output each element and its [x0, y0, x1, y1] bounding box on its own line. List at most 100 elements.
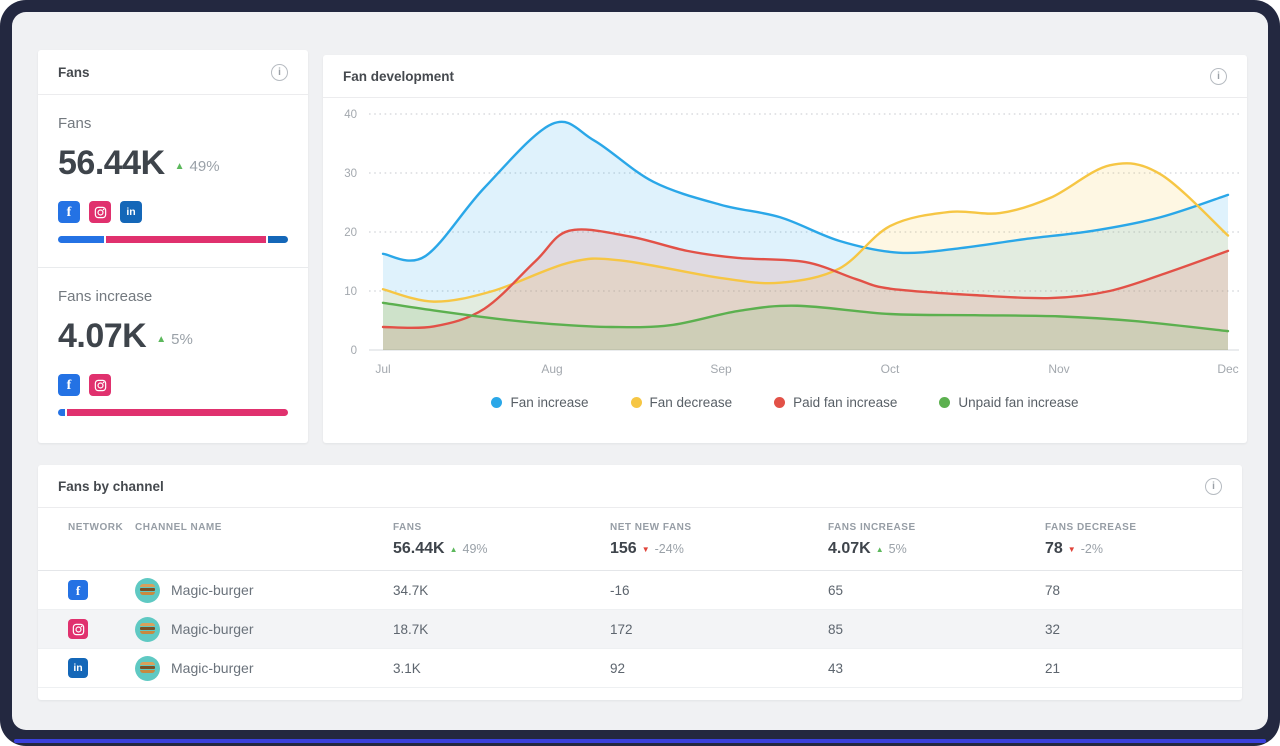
- svg-text:Dec: Dec: [1217, 362, 1238, 376]
- cell-net-new-fans: 92: [610, 661, 828, 676]
- table-row-instagram[interactable]: Magic-burger18.7K1728532: [38, 610, 1242, 649]
- cell-net-new-fans: 172: [610, 622, 828, 637]
- top-row: Fans i Fans 56.44K ▲ 49% f in: [38, 50, 1242, 443]
- legend-label: Unpaid fan increase: [958, 395, 1078, 410]
- legend-dot: [774, 397, 785, 408]
- table-card-title: Fans by channel: [58, 479, 164, 494]
- cell-network: [68, 619, 135, 639]
- burger-icon: [140, 666, 155, 669]
- table-body: fMagic-burger34.7K-166578Magic-burger18.…: [38, 571, 1242, 688]
- instagram-icon: [89, 201, 111, 223]
- instagram-icon: [89, 374, 111, 396]
- cell-fans-decrease: 21: [1045, 661, 1242, 676]
- table-card-header: Fans by channel i: [38, 465, 1242, 508]
- up-triangle-icon: ▲: [175, 161, 185, 172]
- metric-label: Fans: [58, 115, 288, 132]
- cell-fans-decrease: 32: [1045, 622, 1242, 637]
- info-icon[interactable]: i: [271, 64, 288, 81]
- legend-item-paid-fan-increase[interactable]: Paid fan increase: [774, 395, 897, 410]
- fans-increase-split-bar: [58, 409, 288, 416]
- fans-card-header: Fans i: [38, 50, 308, 95]
- info-icon[interactable]: i: [1205, 478, 1222, 495]
- fan-development-card: Fan development i 010203040JulAugSepOctN…: [323, 55, 1247, 443]
- instagram-bar-segment: [67, 409, 288, 416]
- svg-text:40: 40: [344, 109, 357, 121]
- legend-item-fan-increase[interactable]: Fan increase: [491, 395, 588, 410]
- column-header-network: NETWORK: [68, 522, 135, 558]
- fans-metric-section: Fans 56.44K ▲ 49% f in: [38, 95, 308, 267]
- legend-label: Fan increase: [510, 395, 588, 410]
- burger-icon: [140, 588, 155, 591]
- svg-text:Nov: Nov: [1048, 362, 1069, 376]
- cell-fans-increase: 85: [828, 622, 1045, 637]
- linkedin-bar-segment: [268, 236, 288, 243]
- table-row-facebook[interactable]: fMagic-burger34.7K-166578: [38, 571, 1242, 610]
- chart-card-title: Fan development: [343, 69, 454, 84]
- chart-legend: Fan increase Fan decrease Paid fan increas…: [323, 395, 1247, 410]
- column-header-net-new-fans: NET NEW FANS 156 ▼ -24%: [610, 522, 828, 558]
- facebook-icon: f: [68, 580, 88, 600]
- channel-name: Magic-burger: [171, 660, 253, 676]
- cell-fans-increase: 65: [828, 583, 1045, 598]
- svg-text:30: 30: [344, 168, 357, 180]
- device-frame: Fans i Fans 56.44K ▲ 49% f in: [0, 0, 1280, 746]
- cell-channel-name: Magic-burger: [135, 578, 393, 603]
- fans-network-icons: f in: [58, 201, 288, 223]
- linkedin-icon: in: [68, 658, 88, 678]
- cell-net-new-fans: -16: [610, 583, 828, 598]
- cell-channel-name: Magic-burger: [135, 656, 393, 681]
- column-header-channel-name: CHANNEL NAME: [135, 522, 393, 558]
- table-row-linkedin[interactable]: in Magic-burger 3.1K924321: [38, 649, 1242, 688]
- svg-text:Jul: Jul: [375, 362, 390, 376]
- legend-item-unpaid-fan-increase[interactable]: Unpaid fan increase: [939, 395, 1078, 410]
- fan-development-chart[interactable]: 010203040JulAugSepOctNovDec: [323, 98, 1247, 380]
- instagram-icon: [68, 619, 88, 639]
- legend-dot: [491, 397, 502, 408]
- fans-card: Fans i Fans 56.44K ▲ 49% f in: [38, 50, 308, 443]
- svg-text:Sep: Sep: [710, 362, 732, 376]
- instagram-bar-segment: [106, 236, 265, 243]
- up-triangle-icon: ▲: [450, 545, 458, 554]
- legend-label: Fan decrease: [650, 395, 733, 410]
- facebook-icon: f: [58, 201, 80, 223]
- legend-dot: [939, 397, 950, 408]
- facebook-icon: f: [58, 374, 80, 396]
- legend-item-fan-decrease[interactable]: Fan decrease: [631, 395, 733, 410]
- up-triangle-icon: ▲: [156, 334, 166, 345]
- cell-network: f: [68, 580, 135, 600]
- fans-total-value: 56.44K: [58, 144, 165, 183]
- cell-fans-decrease: 78: [1045, 583, 1242, 598]
- channel-avatar: [135, 656, 160, 681]
- svg-text:0: 0: [351, 345, 357, 357]
- cell-fans: 3.1K: [393, 661, 610, 676]
- fans-increase-value: 4.07K: [58, 317, 146, 356]
- analytics-dashboard: Fans i Fans 56.44K ▲ 49% f in: [12, 12, 1268, 730]
- down-triangle-icon: ▼: [1068, 545, 1076, 554]
- channel-name: Magic-burger: [171, 582, 253, 598]
- column-header-fans: FANS 56.44K ▲ 49%: [393, 522, 610, 558]
- svg-text:20: 20: [344, 227, 357, 239]
- column-header-fans-decrease: FANS DECREASE 78 ▼ -2%: [1045, 522, 1242, 558]
- linkedin-icon: in: [120, 201, 142, 223]
- fans-card-title: Fans: [58, 65, 90, 80]
- fans-increase-delta: ▲ 5%: [156, 331, 193, 348]
- down-triangle-icon: ▼: [642, 545, 650, 554]
- table-column-headers: NETWORK CHANNEL NAME FANS 56.44K ▲ 49% N…: [38, 508, 1242, 571]
- legend-dot: [631, 397, 642, 408]
- fans-delta: ▲ 49%: [175, 158, 220, 175]
- svg-text:Oct: Oct: [881, 362, 900, 376]
- cell-channel-name: Magic-burger: [135, 617, 393, 642]
- legend-label: Paid fan increase: [793, 395, 897, 410]
- fans-network-split-bar: [58, 236, 288, 243]
- cell-fans: 18.7K: [393, 622, 610, 637]
- channel-avatar: [135, 578, 160, 603]
- fans-increase-metric-section: Fans increase 4.07K ▲ 5% f: [38, 267, 308, 439]
- burger-icon: [140, 627, 155, 630]
- fans-increase-network-icons: f: [58, 374, 288, 396]
- svg-text:Aug: Aug: [541, 362, 562, 376]
- up-triangle-icon: ▲: [876, 545, 884, 554]
- info-icon[interactable]: i: [1210, 68, 1227, 85]
- facebook-bar-segment: [58, 409, 65, 416]
- cell-fans-increase: 43: [828, 661, 1045, 676]
- chart-card-header: Fan development i: [323, 55, 1247, 98]
